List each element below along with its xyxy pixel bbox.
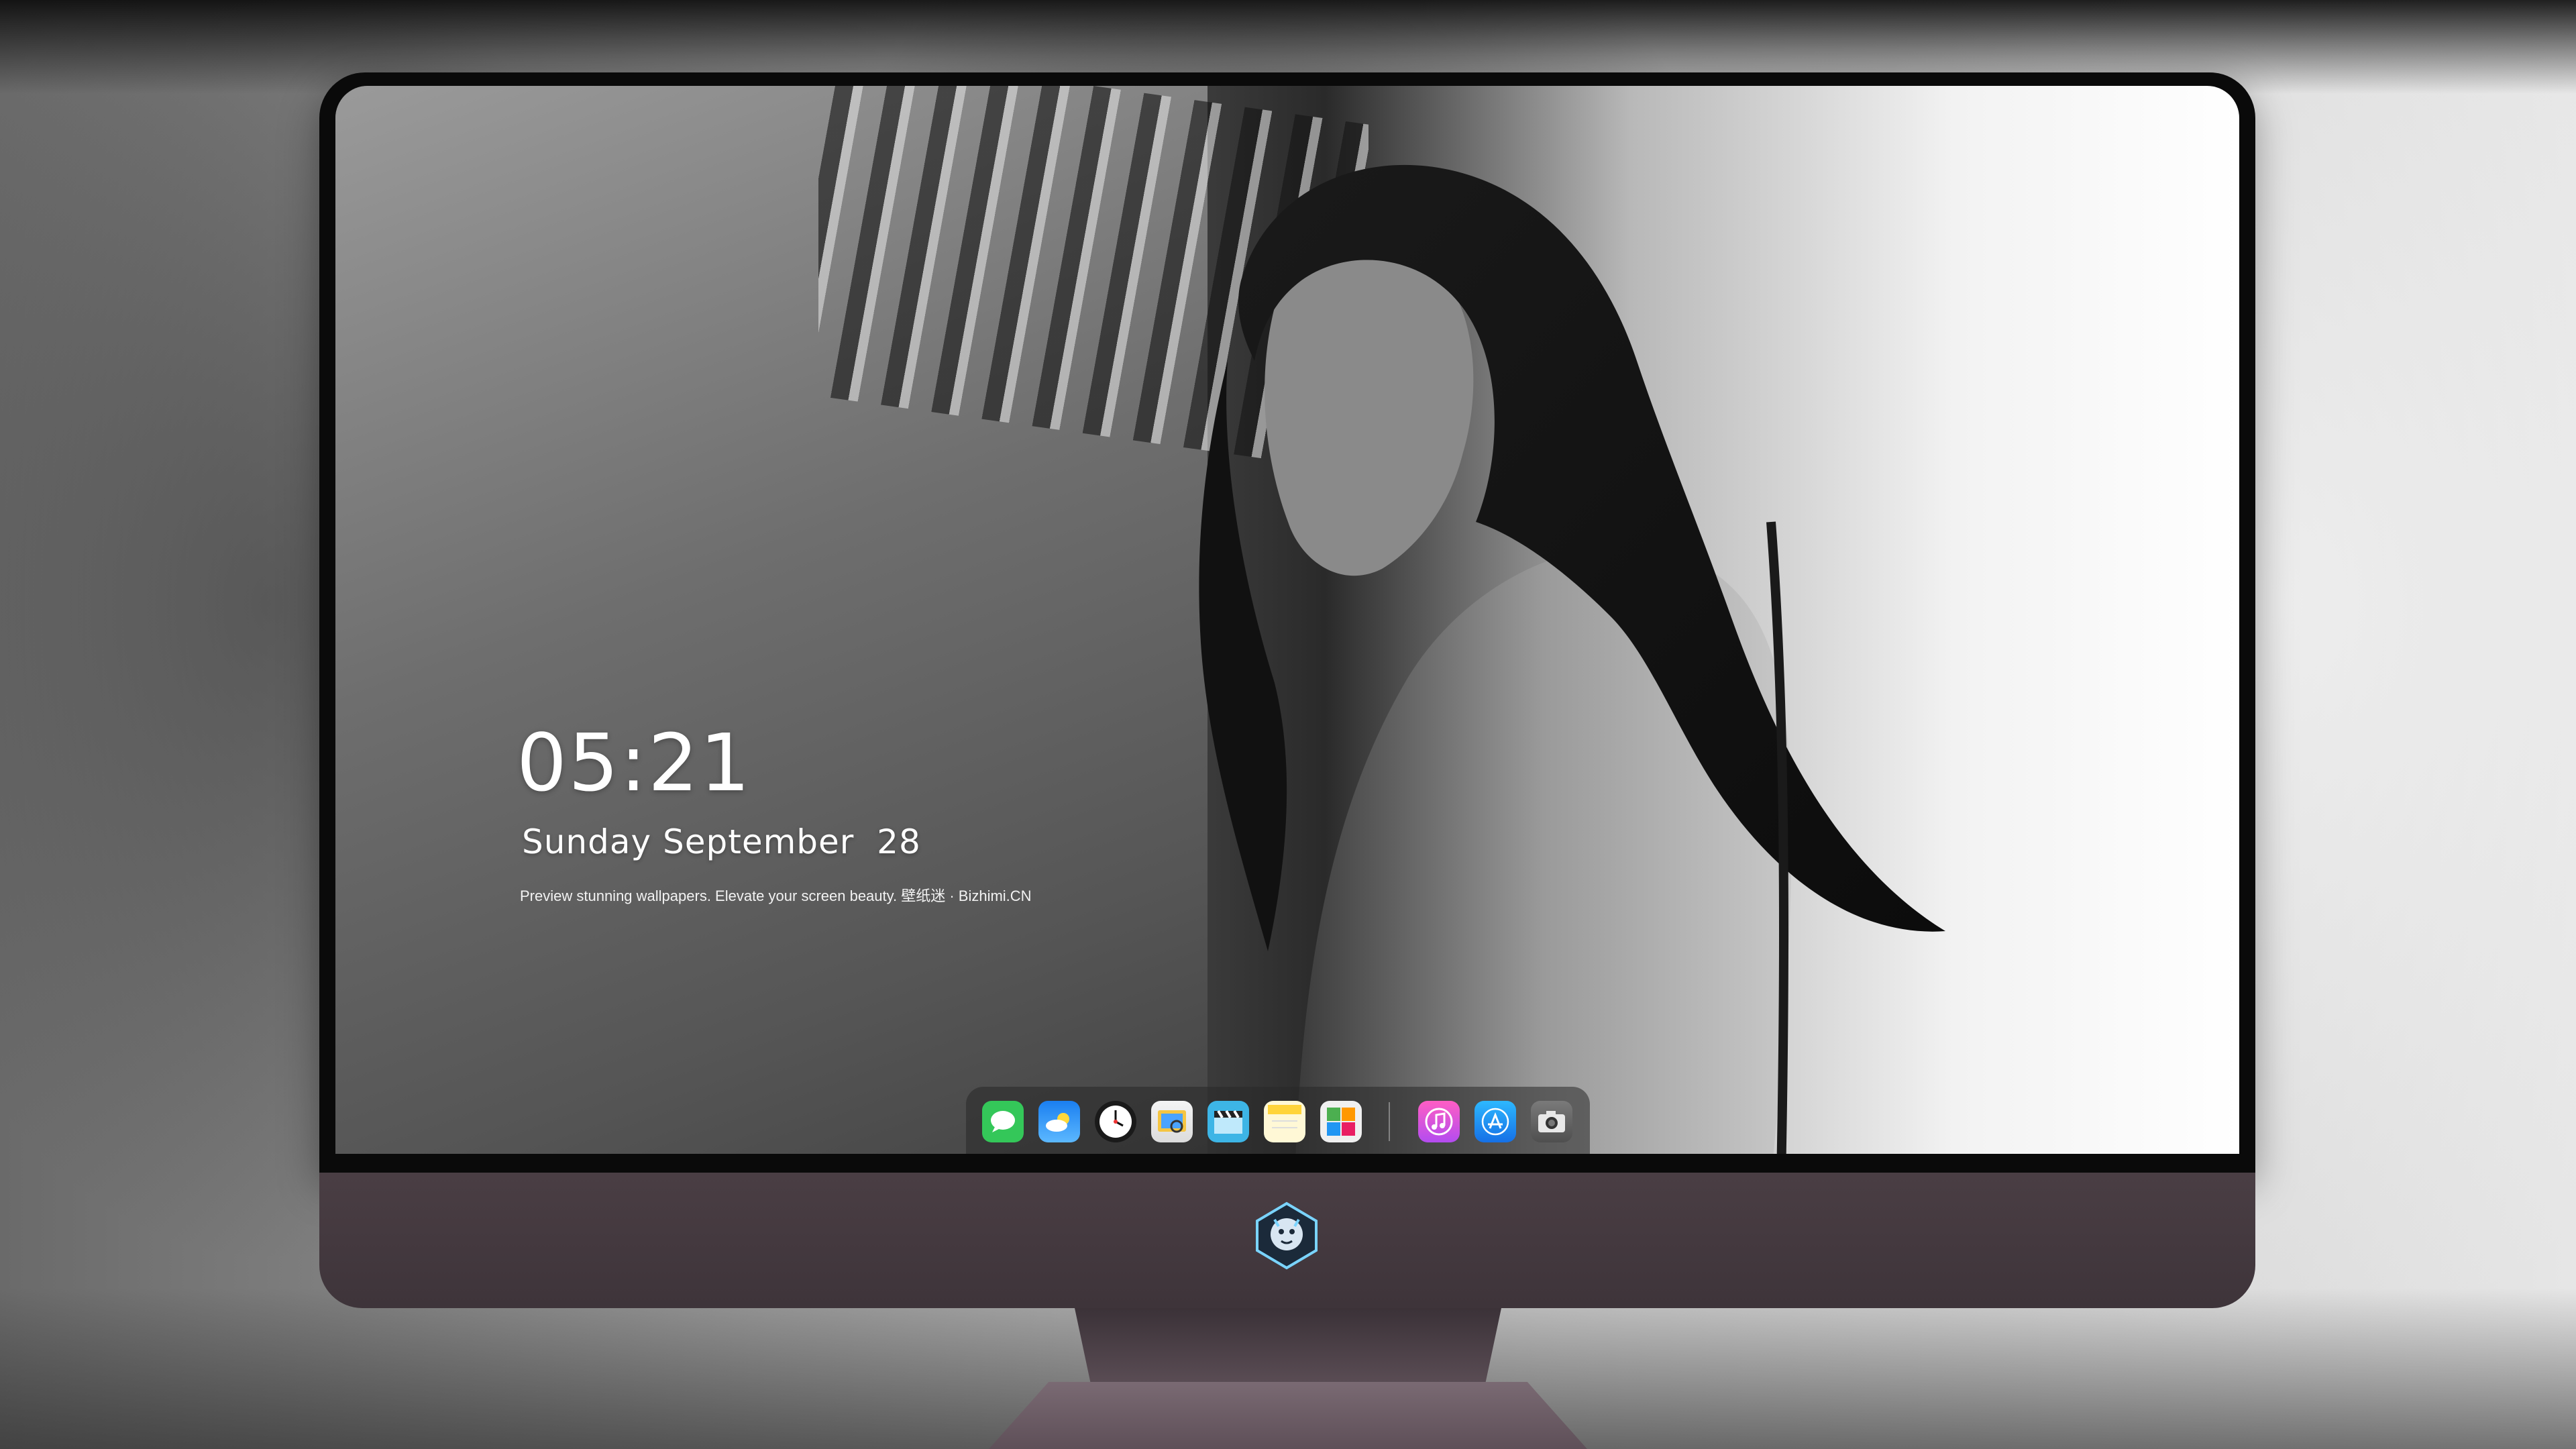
preview-icon[interactable] (1151, 1101, 1193, 1142)
dock-separator (1389, 1102, 1390, 1141)
camera-icon[interactable] (1531, 1101, 1572, 1142)
monitor-stand-base (989, 1382, 1587, 1449)
dock (966, 1087, 1590, 1154)
lockscreen-tagline: Preview stunning wallpapers. Elevate you… (520, 888, 1032, 904)
brand-logo (1256, 1201, 1318, 1270)
app-store-icon[interactable] (1474, 1101, 1516, 1142)
scene: 05:21 Sunday September 28 Preview stunni… (0, 0, 2576, 1449)
weather-icon[interactable] (1038, 1101, 1080, 1142)
wallpaper-figure (1199, 164, 1945, 1154)
clock-icon[interactable] (1095, 1101, 1136, 1142)
clips-icon[interactable] (1208, 1101, 1249, 1142)
messages-icon[interactable] (982, 1101, 1024, 1142)
itunes-icon[interactable] (1418, 1101, 1460, 1142)
lockscreen-clock: 05:21 (517, 716, 752, 809)
lockscreen-date: Sunday September 28 (522, 822, 921, 861)
notes-icon[interactable] (1264, 1101, 1305, 1142)
monitor-screen: 05:21 Sunday September 28 Preview stunni… (335, 86, 2239, 1154)
monitor-stand-neck (1075, 1308, 1501, 1389)
photos-icon[interactable] (1320, 1101, 1362, 1142)
